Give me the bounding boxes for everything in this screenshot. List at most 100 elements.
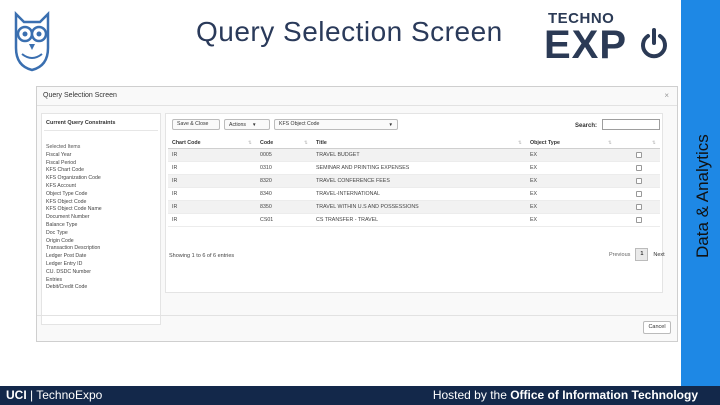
cell-chart-code: IR bbox=[172, 165, 232, 171]
caret-down-icon: ▼ bbox=[252, 122, 256, 127]
table-row[interactable]: IR 8320 TRAVEL CONFERENCE FEES EX bbox=[168, 175, 660, 188]
cell-object-type: EX bbox=[530, 178, 590, 184]
cell-title: TRAVEL-INTERNATIONAL bbox=[316, 191, 516, 197]
cell-chart-code: IR bbox=[172, 178, 232, 184]
cell-title: TRAVEL CONFERENCE FEES bbox=[316, 178, 516, 184]
constraint-item[interactable]: Entries bbox=[46, 277, 102, 285]
cell-object-type: EX bbox=[530, 204, 590, 210]
sort-icon[interactable]: ⇅ bbox=[608, 140, 612, 146]
footer-right: Hosted by the Office of Information Tech… bbox=[433, 388, 698, 402]
pagination: Previous 1 Next bbox=[604, 248, 670, 261]
constraints-list: Selected Items Fiscal Year Fiscal Period… bbox=[46, 144, 102, 292]
page-number-button[interactable]: 1 bbox=[635, 248, 648, 261]
table-info: Showing 1 to 6 of 6 entries bbox=[169, 253, 234, 259]
sort-icon[interactable]: ⇅ bbox=[304, 140, 308, 146]
footer-hosted-prefix: Hosted by the bbox=[433, 388, 510, 402]
constraint-item[interactable]: KFS Object Code bbox=[46, 199, 102, 207]
constraint-item[interactable]: KFS Object Code Name bbox=[46, 206, 102, 214]
footer-left: UCI | TechnoExpo bbox=[6, 388, 102, 402]
footer-technoexpo: | TechnoExpo bbox=[30, 388, 102, 402]
previous-page-button[interactable]: Previous bbox=[604, 252, 635, 258]
table-header-row: Chart Code ⇅ Code ⇅ Title ⇅ Object Type … bbox=[168, 137, 660, 149]
save-close-button[interactable]: Save & Close bbox=[172, 119, 220, 130]
table-row[interactable]: IR 0005 TRAVEL BUDGET EX bbox=[168, 149, 660, 162]
actions-label: Actions bbox=[229, 122, 246, 128]
query-selection-modal: Query Selection Screen × Current Query C… bbox=[36, 86, 678, 342]
constraint-item[interactable]: KFS Chart Code bbox=[46, 167, 102, 175]
column-header[interactable]: Chart Code bbox=[172, 140, 232, 146]
results-panel: Save & Close Actions ▼ KFS Object Code▼ S… bbox=[165, 113, 663, 293]
cell-chart-code: IR bbox=[172, 217, 232, 223]
search-input[interactable] bbox=[602, 119, 660, 130]
constraint-item[interactable]: KFS Organization Code bbox=[46, 175, 102, 183]
table-row[interactable]: IR 0310 SEMINAR AND PRINTING EXPENSES EX bbox=[168, 162, 660, 175]
constraint-item[interactable]: Debit/Credit Code bbox=[46, 284, 102, 292]
row-checkbox[interactable] bbox=[636, 165, 642, 171]
next-page-button[interactable]: Next bbox=[648, 252, 669, 258]
footer-oit: Office of Information Technology bbox=[510, 388, 698, 402]
divider bbox=[37, 105, 677, 106]
row-checkbox[interactable] bbox=[636, 191, 642, 197]
constraint-item[interactable]: Balance Type bbox=[46, 222, 102, 230]
sort-icon[interactable]: ⇅ bbox=[248, 140, 252, 146]
constraint-item[interactable]: Fiscal Period bbox=[46, 160, 102, 168]
cell-object-type: EX bbox=[530, 191, 590, 197]
side-label: Data & Analytics bbox=[693, 134, 713, 258]
cell-code: 8320 bbox=[260, 178, 300, 184]
cell-title: TRAVEL WITHIN U.S AND POSSESSIONS bbox=[316, 204, 516, 210]
logo-expo-text: EXP bbox=[544, 24, 627, 66]
row-checkbox[interactable] bbox=[636, 178, 642, 184]
cell-chart-code: IR bbox=[172, 152, 232, 158]
row-checkbox[interactable] bbox=[636, 204, 642, 210]
cancel-button[interactable]: Cancel bbox=[643, 321, 671, 334]
close-icon[interactable]: × bbox=[664, 91, 669, 100]
constraint-item[interactable]: Ledger Post Date bbox=[46, 253, 102, 261]
constraint-item[interactable]: KFS Account bbox=[46, 183, 102, 191]
column-header[interactable]: Code bbox=[260, 140, 300, 146]
constraint-item[interactable]: Ledger Entry ID bbox=[46, 261, 102, 269]
sort-icon[interactable]: ⇅ bbox=[652, 140, 656, 146]
constraint-item[interactable]: Selected Items bbox=[46, 144, 102, 152]
save-close-label: Save & Close bbox=[177, 121, 208, 127]
column-header[interactable]: Object Type bbox=[530, 140, 590, 146]
owl-logo-icon bbox=[8, 4, 56, 76]
results-table: Chart Code ⇅ Code ⇅ Title ⇅ Object Type … bbox=[168, 137, 660, 227]
constraint-item[interactable]: Fiscal Year bbox=[46, 152, 102, 160]
cell-title: SEMINAR AND PRINTING EXPENSES bbox=[316, 165, 516, 171]
cell-code: 8350 bbox=[260, 204, 300, 210]
field-select[interactable]: KFS Object Code▼ bbox=[274, 119, 398, 130]
slide-title: Query Selection Screen bbox=[196, 16, 503, 48]
sort-icon[interactable]: ⇅ bbox=[518, 140, 522, 146]
table-row[interactable]: IR 8350 TRAVEL WITHIN U.S AND POSSESSION… bbox=[168, 201, 660, 214]
slide-footer: UCI | TechnoExpo Hosted by the Office of… bbox=[0, 386, 720, 405]
techno-expo-logo: TECHNO EXP bbox=[544, 10, 672, 66]
row-checkbox[interactable] bbox=[636, 217, 642, 223]
actions-dropdown[interactable]: Actions ▼ bbox=[224, 119, 270, 130]
constraints-header: Current Query Constraints bbox=[46, 120, 115, 126]
cell-code: 0310 bbox=[260, 165, 300, 171]
cell-chart-code: IR bbox=[172, 204, 232, 210]
constraint-item[interactable]: CU. DSDC Number bbox=[46, 269, 102, 277]
cell-object-type: EX bbox=[530, 165, 590, 171]
cell-code: CS01 bbox=[260, 217, 300, 223]
constraint-item[interactable]: Document Number bbox=[46, 214, 102, 222]
search-label: Search: bbox=[575, 123, 597, 129]
constraint-item[interactable]: Transaction Description bbox=[46, 245, 102, 253]
cell-title: CS TRANSFER - TRAVEL bbox=[316, 217, 516, 223]
footer-uci: UCI bbox=[6, 388, 27, 402]
cell-object-type: EX bbox=[530, 152, 590, 158]
cell-code: 8340 bbox=[260, 191, 300, 197]
cell-object-type: EX bbox=[530, 217, 590, 223]
constraint-item[interactable]: Doc Type bbox=[46, 230, 102, 238]
column-header[interactable]: Title bbox=[316, 140, 516, 146]
caret-down-icon: ▼ bbox=[389, 120, 393, 129]
cell-code: 0005 bbox=[260, 152, 300, 158]
table-row[interactable]: IR CS01 CS TRANSFER - TRAVEL EX bbox=[168, 214, 660, 227]
query-screenshot: Query Selection Screen × Current Query C… bbox=[36, 86, 678, 342]
divider bbox=[44, 130, 158, 131]
constraint-item[interactable]: Object Type Code bbox=[46, 191, 102, 199]
constraint-item[interactable]: Origin Code bbox=[46, 238, 102, 246]
table-row[interactable]: IR 8340 TRAVEL-INTERNATIONAL EX bbox=[168, 188, 660, 201]
modal-title: Query Selection Screen bbox=[43, 92, 117, 99]
row-checkbox[interactable] bbox=[636, 152, 642, 158]
